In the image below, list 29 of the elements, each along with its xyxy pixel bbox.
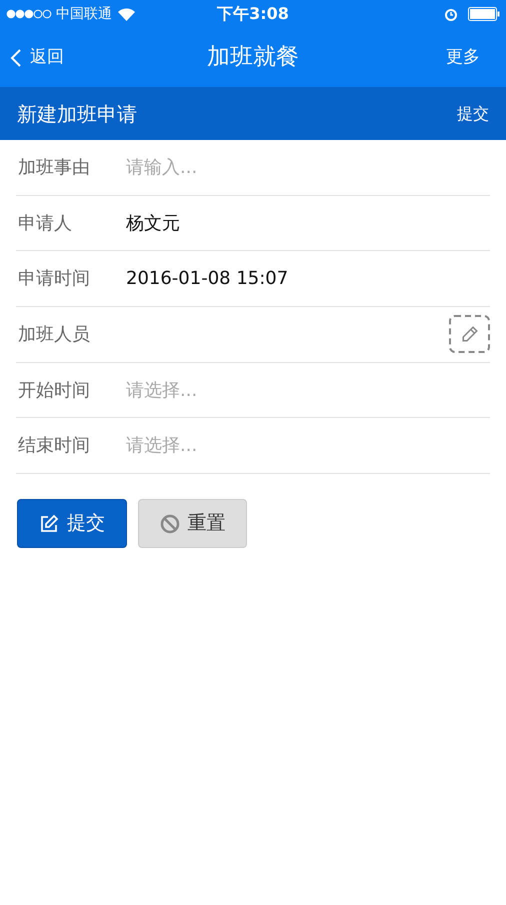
alarm-icon bbox=[444, 7, 458, 21]
chevron-left-icon bbox=[10, 48, 22, 68]
input-field[interactable]: 请输入... bbox=[126, 154, 490, 181]
field-label: 加班事由 bbox=[17, 156, 91, 180]
more-button[interactable]: 更多 bbox=[446, 44, 480, 70]
section-title: 新建加班申请 bbox=[17, 100, 137, 128]
submit-button[interactable]: 提交 bbox=[17, 499, 127, 548]
field-label: 申请时间 bbox=[17, 267, 91, 292]
status-time: 下午3:08 bbox=[217, 3, 289, 25]
reset-button[interactable]: 重置 bbox=[138, 499, 247, 548]
header-submit-link[interactable]: 提交 bbox=[457, 102, 489, 126]
page-title: 加班就餐 bbox=[207, 43, 299, 72]
picker-field[interactable]: 请选择... bbox=[126, 432, 198, 460]
field-label: 申请人 bbox=[17, 212, 73, 236]
field-label: 开始时间 bbox=[17, 378, 91, 403]
battery-icon bbox=[468, 7, 500, 21]
back-button[interactable]: 返回 bbox=[10, 44, 64, 70]
edit-button[interactable] bbox=[449, 315, 490, 354]
field-label: 结束时间 bbox=[17, 434, 91, 458]
field-label: 加班人员 bbox=[17, 322, 91, 347]
prohibited-icon bbox=[160, 514, 180, 534]
carrier-name: 中国联通 bbox=[56, 4, 112, 24]
picker-field[interactable]: 请选择... bbox=[126, 376, 198, 404]
signal-icon bbox=[6, 9, 52, 19]
edit-icon bbox=[39, 514, 59, 534]
pencil-icon bbox=[460, 325, 478, 344]
field-value: 2016-01-08 15:07 bbox=[126, 267, 288, 292]
wifi-icon bbox=[118, 8, 135, 20]
field-value: 杨文元 bbox=[126, 212, 180, 236]
